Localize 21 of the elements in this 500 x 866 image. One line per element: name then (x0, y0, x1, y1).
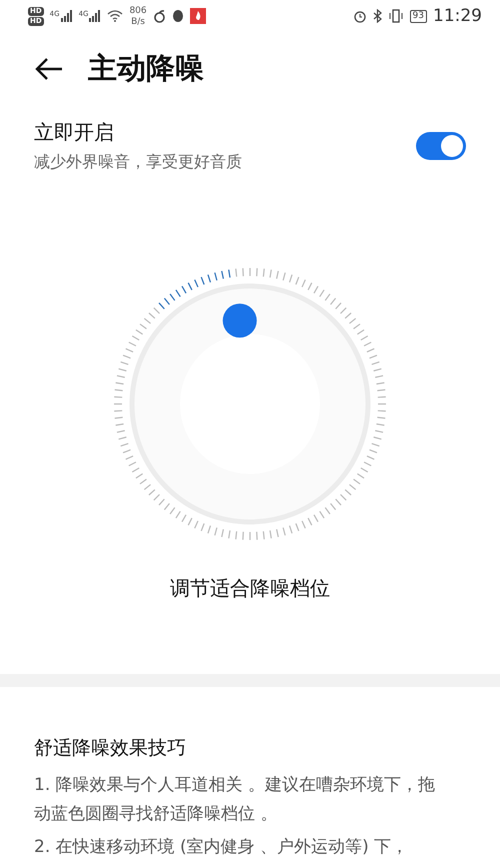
dial-caption: 调节适合降噪档位 (169, 574, 331, 602)
tip-text: 2. 在快速移动环境 (室内健身 、户外运动等) 下， (34, 836, 410, 859)
signal-icon (89, 10, 102, 22)
bluetooth-icon (372, 9, 382, 24)
page-title: 主动降噪 (88, 50, 204, 87)
speed-unit: B/s (130, 16, 146, 27)
setting-description: 减少外界噪音，享受更好音质 (34, 152, 242, 173)
tip-text: 1. 降噪效果与个人耳道相关 。建议在嘈杂环境下，拖动蓝色圆圈寻找舒适降噪档位 。 (34, 774, 436, 826)
network-speed: 806 (129, 6, 147, 16)
flame-app-icon (190, 8, 206, 24)
battery-level: 93 (410, 10, 427, 23)
signal-icon (60, 10, 73, 22)
setting-title: 立即开启 (34, 118, 115, 146)
alarm-icon (352, 9, 367, 24)
back-arrow-icon[interactable] (34, 56, 64, 81)
vibrate-icon (388, 9, 404, 24)
toggle-switch[interactable] (416, 132, 466, 160)
dial-handle[interactable] (222, 303, 257, 338)
wifi-icon (107, 10, 124, 22)
tips-heading: 舒适降噪效果技巧 (34, 736, 187, 761)
clock-time: 11:29 (433, 6, 482, 26)
